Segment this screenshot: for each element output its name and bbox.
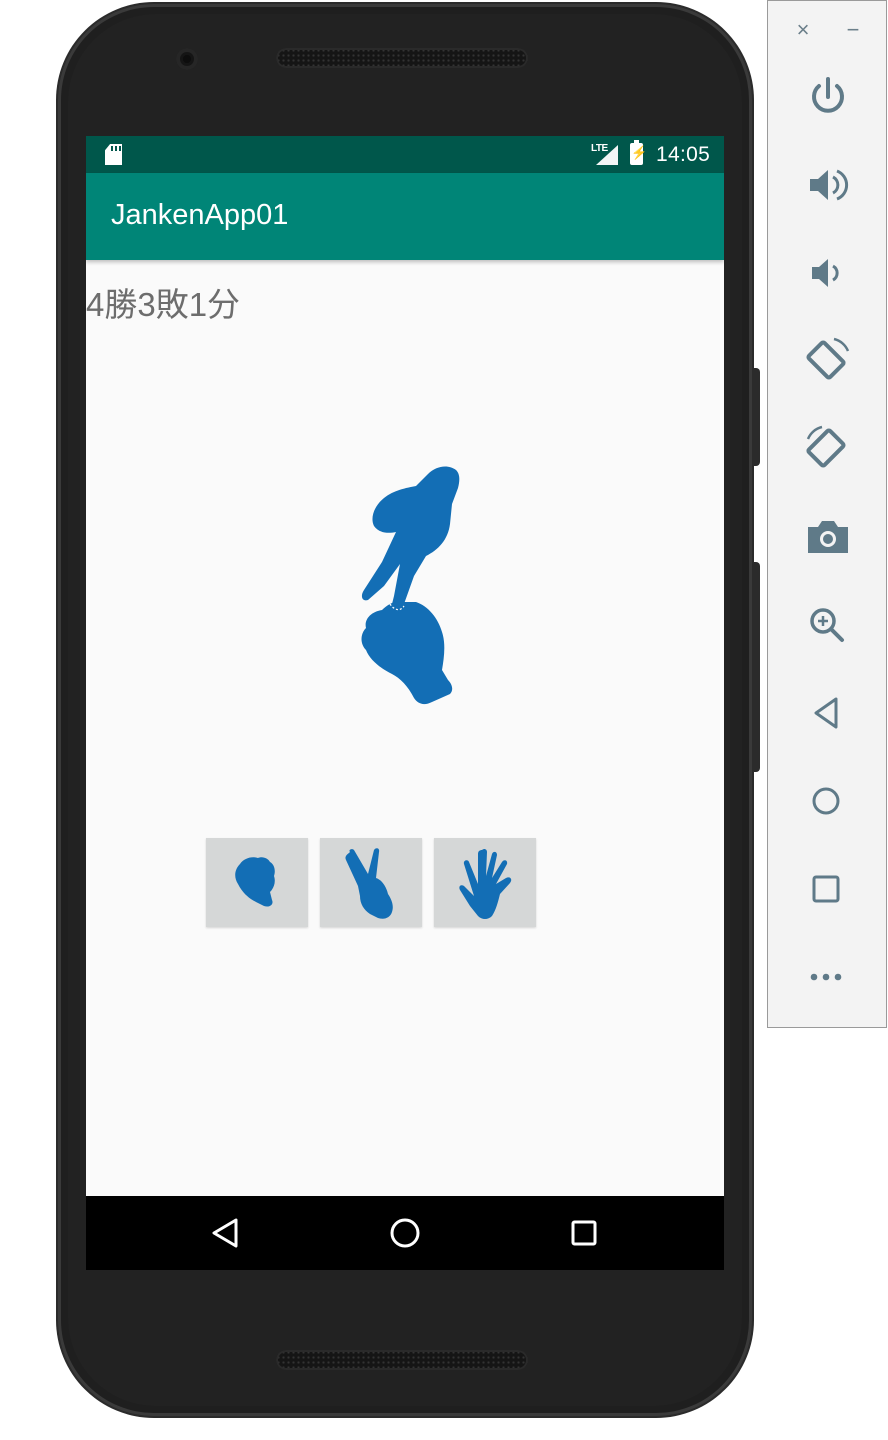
rotate-left-icon (806, 337, 850, 380)
power-icon (812, 77, 844, 113)
screenshot-icon (808, 521, 848, 553)
volume-down-icon (812, 259, 839, 287)
rotate-right-button[interactable] (768, 417, 888, 481)
status-bar: LTE 14:05 (86, 136, 724, 173)
hands-scissors-vs-rock-icon (361, 466, 460, 705)
front-camera (176, 48, 198, 70)
zoom-icon (810, 608, 844, 642)
navigation-bar (86, 1196, 724, 1270)
screenshot-button[interactable] (768, 505, 888, 569)
nav-home-button[interactable] (365, 1196, 445, 1270)
side-button-volume (752, 368, 760, 466)
back-icon (212, 1218, 238, 1248)
scissors-hand-icon (345, 848, 393, 919)
scissors-button[interactable] (320, 838, 422, 927)
overview-button[interactable] (768, 857, 888, 921)
home-button[interactable] (768, 769, 888, 833)
device-screen: LTE 14:05 JankenApp01 4勝3敗1分 (86, 136, 724, 1270)
recents-icon (571, 1220, 597, 1246)
score-text: 4勝3敗1分 (86, 286, 241, 323)
sd-card-icon (105, 144, 122, 165)
rotate-left-button[interactable] (768, 329, 888, 393)
home-icon (390, 1218, 420, 1248)
close-icon[interactable]: × (790, 17, 816, 43)
rock-button[interactable] (206, 838, 308, 927)
paper-hand-icon (459, 848, 512, 919)
volume-down-button[interactable] (768, 241, 888, 305)
top-speaker (276, 48, 528, 68)
nav-recents-button[interactable] (544, 1196, 624, 1270)
back-icon (814, 697, 838, 729)
paper-button[interactable] (434, 838, 536, 927)
emulator-panel: × − (767, 0, 887, 1028)
app-title: JankenApp01 (111, 199, 289, 231)
more-button[interactable] (768, 945, 888, 1009)
minimize-icon[interactable]: − (840, 17, 866, 43)
nav-back-button[interactable] (186, 1196, 266, 1270)
overview-icon (812, 875, 840, 903)
network-type: LTE (591, 143, 608, 154)
back-button[interactable] (768, 681, 888, 745)
battery-charging-icon (630, 140, 647, 165)
power-button[interactable] (768, 65, 888, 129)
volume-up-button[interactable] (768, 153, 888, 217)
app-bar: JankenApp01 (86, 173, 724, 260)
rock-hand-icon (235, 857, 275, 907)
more-icon (810, 973, 842, 981)
status-time: 14:05 (656, 143, 711, 166)
zoom-button[interactable] (768, 593, 888, 657)
bottom-speaker (276, 1350, 528, 1370)
side-button-power (752, 562, 760, 772)
home-icon (812, 787, 840, 815)
volume-up-icon (810, 169, 849, 201)
rotate-right-icon (806, 425, 846, 468)
